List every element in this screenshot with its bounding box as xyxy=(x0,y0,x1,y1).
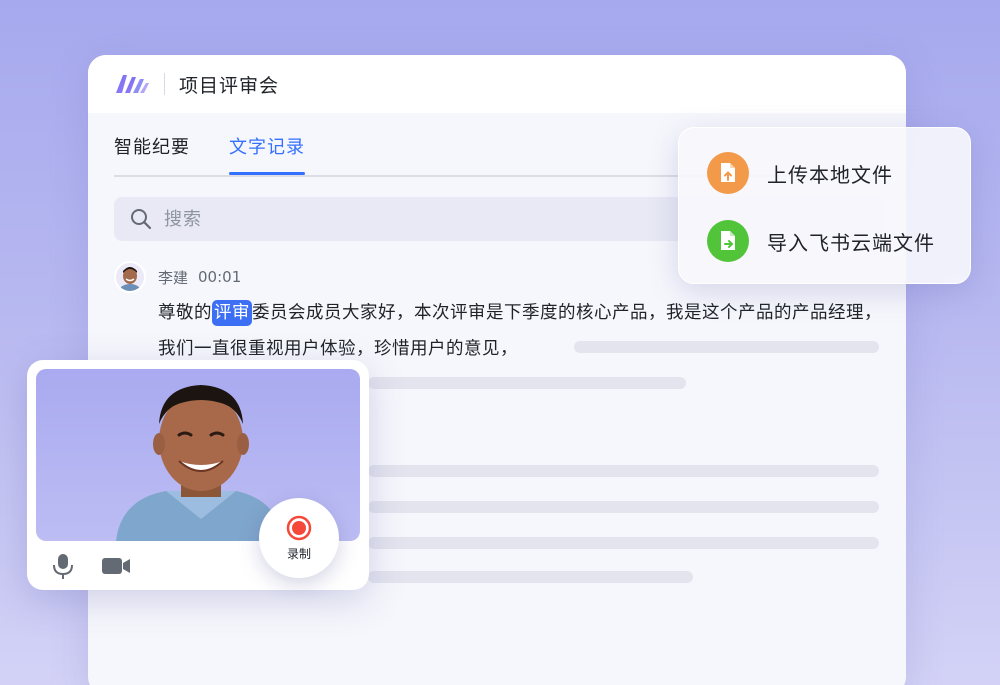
record-icon xyxy=(286,515,312,540)
placeholder-line xyxy=(368,537,879,549)
placeholder-line xyxy=(368,377,686,389)
highlighted-keyword[interactable]: 评审 xyxy=(212,300,252,326)
video-preview-card: 录制 xyxy=(27,360,369,590)
microphone-button[interactable] xyxy=(51,552,75,584)
placeholder-line xyxy=(574,341,879,353)
upload-local-file-option[interactable]: 上传本地文件 xyxy=(707,152,893,194)
transcript-text[interactable]: 尊敬的 评审 委员会成员大家好，本次评审是下季度的核心产品，我是这个产品的产品经理，… xyxy=(158,295,888,367)
title-divider xyxy=(164,73,165,95)
search-input[interactable] xyxy=(164,208,664,230)
import-cloud-file-label: 导入飞书云端文件 xyxy=(767,230,935,255)
import-cloud-file-option[interactable]: 导入飞书云端文件 xyxy=(707,220,935,262)
record-label: 录制 xyxy=(286,546,311,561)
placeholder-line xyxy=(368,501,879,513)
app-logo-icon xyxy=(116,75,149,93)
transcript-text-before: 尊敬的 xyxy=(158,303,212,323)
camera-icon xyxy=(102,558,130,574)
title-bar: 项目评审会 xyxy=(88,55,906,113)
tab-transcript[interactable]: 文字记录 xyxy=(229,133,305,175)
upload-file-icon xyxy=(707,152,749,194)
import-file-popup: 上传本地文件 导入飞书云端文件 xyxy=(678,127,971,284)
speaker-timestamp: 00:01 xyxy=(198,268,242,286)
search-icon xyxy=(131,209,152,230)
import-cloud-file-icon xyxy=(707,220,749,262)
placeholder-line xyxy=(368,571,693,583)
tab-smart-summary[interactable]: 智能纪要 xyxy=(114,133,190,173)
window-title: 项目评审会 xyxy=(179,74,280,97)
placeholder-line xyxy=(368,465,879,477)
upload-local-file-label: 上传本地文件 xyxy=(767,162,893,187)
speaker-name: 李建 xyxy=(158,268,189,287)
speaker-avatar xyxy=(114,261,146,293)
camera-button[interactable] xyxy=(101,555,131,581)
speaker-row: 李建 00:01 xyxy=(114,261,241,293)
microphone-icon xyxy=(53,554,73,579)
record-button[interactable]: 录制 xyxy=(259,498,339,578)
